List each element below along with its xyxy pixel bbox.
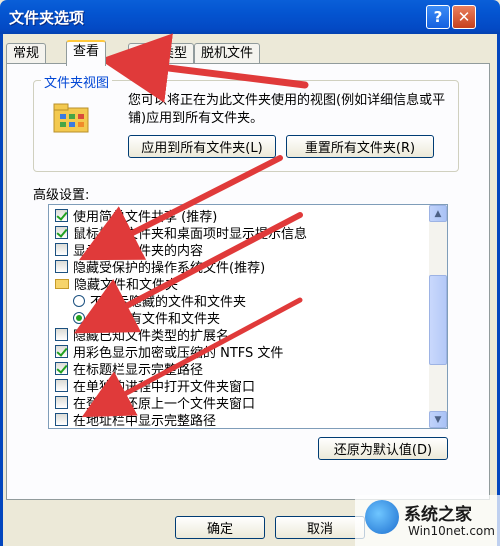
- tab-general[interactable]: 常规: [6, 43, 47, 64]
- scroll-up-arrow-icon[interactable]: ▲: [429, 205, 447, 222]
- checkbox-checked[interactable]: [55, 362, 68, 375]
- reset-all-folders-button[interactable]: 重置所有文件夹(R): [286, 135, 434, 158]
- apply-to-all-folders-button[interactable]: 应用到所有文件夹(L): [128, 135, 276, 158]
- tab-file-types[interactable]: 文件类型: [128, 43, 195, 64]
- folder-view-title: 文件夹视图: [41, 72, 113, 91]
- list-item: 隐藏文件和文件夹: [55, 275, 178, 293]
- list-item[interactable]: 隐藏受保护的操作系统文件(推荐): [55, 258, 265, 276]
- watermark-title: 系统之家: [404, 505, 472, 525]
- folder-icon: [55, 278, 69, 289]
- advanced-settings-list[interactable]: 使用简单文件共享 (推荐) 鼠标指向文件夹和桌面项时显示提示信息 显示系统文件夹…: [48, 204, 448, 429]
- list-item[interactable]: 在地址栏中显示完整路径: [55, 411, 216, 428]
- help-button[interactable]: ?: [426, 5, 450, 29]
- help-icon: ?: [433, 8, 443, 26]
- radio-button[interactable]: [73, 294, 85, 307]
- tab-offline-files[interactable]: 脱机文件: [194, 43, 261, 64]
- scroll-down-arrow-icon[interactable]: ▼: [429, 411, 447, 428]
- list-item[interactable]: 在单独的进程中打开文件夹窗口: [55, 377, 255, 395]
- checkbox[interactable]: [55, 379, 68, 392]
- cancel-button[interactable]: 取消: [275, 516, 365, 539]
- list-item[interactable]: 在标题栏显示完整路径: [55, 360, 203, 378]
- checkbox[interactable]: [55, 260, 68, 273]
- list-item-label: 在地址栏中显示完整路径: [73, 414, 217, 429]
- list-item[interactable]: 不显示隐藏的文件和文件夹: [73, 292, 246, 310]
- checkbox[interactable]: [55, 396, 68, 409]
- close-button[interactable]: ✕: [452, 5, 476, 29]
- tab-view[interactable]: 查看: [66, 40, 107, 66]
- watermark-logo-icon: [365, 500, 399, 534]
- ok-button[interactable]: 确定: [175, 516, 265, 539]
- checkbox[interactable]: [55, 328, 68, 341]
- checkbox-checked[interactable]: [55, 226, 68, 239]
- list-item[interactable]: 使用简单文件共享 (推荐): [55, 207, 217, 225]
- watermark-url: Win10net.com: [408, 524, 495, 538]
- checkbox-checked[interactable]: [55, 209, 68, 222]
- scroll-thumb[interactable]: [429, 275, 447, 365]
- list-scrollbar[interactable]: ▲ ▼: [429, 205, 447, 428]
- folder-view-description: 您可以将正在为此文件夹使用的视图(例如详细信息或平铺)应用到所有文件夹。: [128, 93, 446, 126]
- list-item[interactable]: 显示所有文件和文件夹: [73, 309, 220, 327]
- checkbox[interactable]: [55, 413, 68, 426]
- list-item[interactable]: 在登录时还原上一个文件夹窗口: [55, 394, 255, 412]
- list-item[interactable]: 用彩色显示加密或压缩的 NTFS 文件: [55, 343, 283, 361]
- list-item[interactable]: 隐藏已知文件类型的扩展名: [55, 326, 229, 344]
- title-bar: 文件夹选项 ? ✕: [0, 0, 500, 34]
- advanced-settings-label: 高级设置:: [33, 188, 90, 203]
- checkbox[interactable]: [55, 243, 68, 256]
- close-icon: ✕: [457, 8, 471, 26]
- radio-button-selected[interactable]: [73, 311, 85, 324]
- folder-view-icon: [53, 103, 89, 133]
- restore-defaults-button[interactable]: 还原为默认值(D): [318, 437, 448, 460]
- list-item[interactable]: 显示系统文件夹的内容: [55, 241, 203, 259]
- checkbox-checked[interactable]: [55, 345, 68, 358]
- window-title: 文件夹选项: [9, 9, 85, 27]
- list-item[interactable]: 鼠标指向文件夹和桌面项时显示提示信息: [55, 224, 307, 242]
